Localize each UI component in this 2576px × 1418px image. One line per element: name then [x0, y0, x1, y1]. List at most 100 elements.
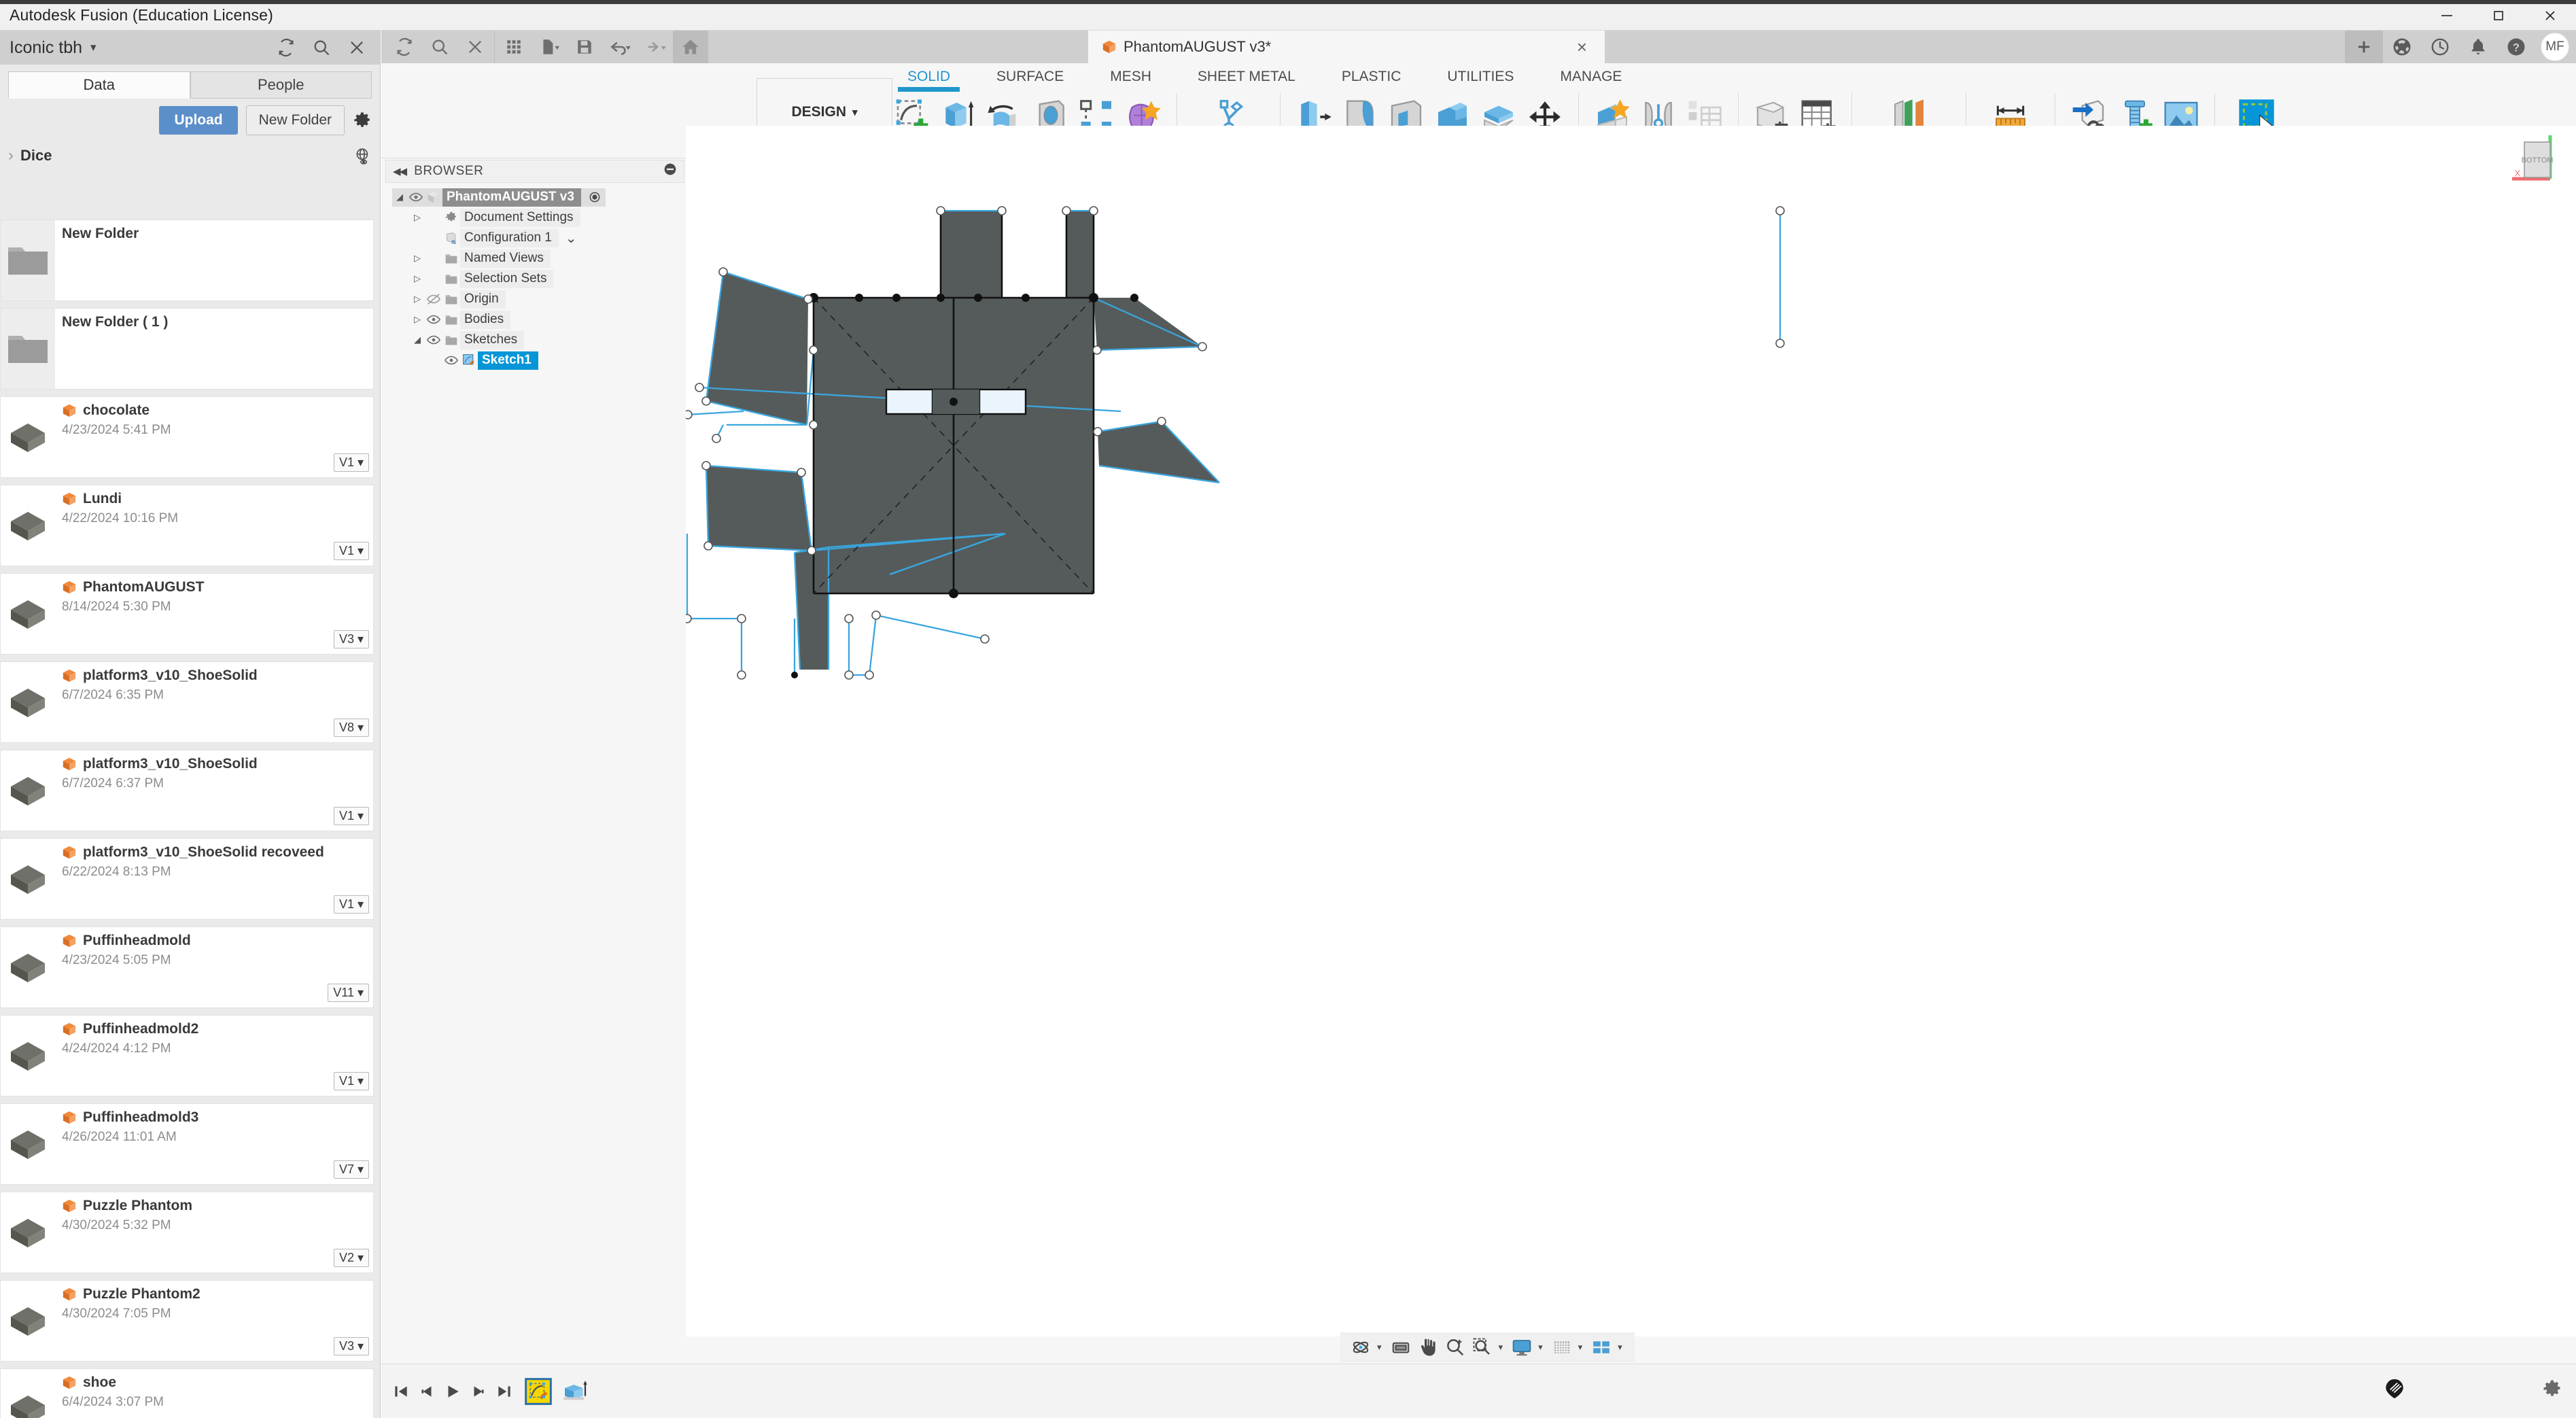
- tree-node-origin[interactable]: ▷ Origin: [385, 289, 684, 309]
- chevron-down-icon[interactable]: ▾: [1537, 1342, 1547, 1353]
- minimize-button[interactable]: [2421, 0, 2473, 31]
- visibility-eye-icon[interactable]: [425, 332, 442, 347]
- tree-node-bodies[interactable]: ▷ Bodies: [385, 309, 684, 330]
- tree-node-named-views[interactable]: ▷ Named Views: [385, 248, 684, 269]
- gear-icon[interactable]: [353, 111, 372, 130]
- go-to-end-icon[interactable]: [491, 1376, 517, 1407]
- refresh-icon[interactable]: [387, 31, 422, 63]
- file-row[interactable]: platform3_v10_ShoeSolid recoveed 6/22/202…: [0, 838, 374, 920]
- version-badge[interactable]: V3 ▾: [333, 630, 369, 649]
- version-badge[interactable]: V7 ▾: [333, 1160, 369, 1179]
- tree-node-sketches[interactable]: ◢ Sketches: [385, 330, 684, 350]
- visibility-eye-icon[interactable]: [425, 292, 442, 307]
- file-row[interactable]: Puzzle Phantom2 4/30/2024 7:05 PM V3 ▾: [0, 1280, 374, 1362]
- step-forward-icon[interactable]: [466, 1376, 491, 1407]
- version-badge[interactable]: V1 ▾: [333, 542, 369, 560]
- file-list[interactable]: New Folder New Folder ( 1 ) chocolate 4/23/…: [0, 220, 381, 1418]
- gear-icon[interactable]: [2542, 1379, 2562, 1404]
- tree-node-phantomaugust-v3[interactable]: ◢ PhantomAUGUST v3: [385, 187, 684, 207]
- version-badge[interactable]: V2 ▾: [333, 1249, 369, 1267]
- help-community-icon[interactable]: [2383, 31, 2421, 63]
- visibility-eye-icon[interactable]: [425, 312, 442, 327]
- triangle-expanded-icon[interactable]: ◢: [392, 192, 407, 203]
- grid-apps-icon[interactable]: [496, 31, 532, 63]
- version-badge[interactable]: V1 ▾: [333, 895, 369, 914]
- chevron-down-icon[interactable]: ▾: [1577, 1342, 1587, 1353]
- tree-node-configuration-1[interactable]: Configuration 1 ⌄: [385, 228, 684, 248]
- tab-mesh[interactable]: MESH: [1087, 65, 1174, 88]
- maximize-button[interactable]: [2473, 0, 2524, 31]
- go-to-beginning-icon[interactable]: [388, 1376, 414, 1407]
- canvas-viewport[interactable]: BOTTOM X: [686, 126, 2576, 1336]
- redo-icon[interactable]: [638, 31, 673, 63]
- undo-icon[interactable]: [602, 31, 638, 63]
- triangle-collapsed-icon[interactable]: ▷: [410, 273, 425, 284]
- globe-eye-icon[interactable]: [354, 147, 372, 165]
- file-row[interactable]: Puzzle Phantom 4/30/2024 5:32 PM V2 ▾: [0, 1192, 374, 1273]
- chevron-down-icon[interactable]: ▾: [1497, 1342, 1508, 1353]
- chevron-right-icon[interactable]: ›: [8, 146, 14, 165]
- version-badge[interactable]: V11 ▾: [328, 984, 369, 1002]
- version-badge[interactable]: V1 ▾: [333, 453, 369, 472]
- zoom-window-icon[interactable]: [1470, 1334, 1495, 1361]
- notifications-bell-icon[interactable]: [2459, 31, 2497, 63]
- zoom-icon[interactable]: [1443, 1334, 1467, 1361]
- chevron-down-icon[interactable]: ▾: [1616, 1342, 1626, 1353]
- version-badge[interactable]: V1 ▾: [333, 807, 369, 825]
- new-file-icon[interactable]: [532, 31, 567, 63]
- tab-data[interactable]: Data: [8, 71, 190, 99]
- tab-manage[interactable]: MANAGE: [1537, 65, 1645, 88]
- marker-icon[interactable]: [2383, 1377, 2406, 1405]
- upload-button[interactable]: Upload: [159, 106, 238, 135]
- minus-circle-icon[interactable]: [663, 162, 677, 180]
- home-icon[interactable]: [673, 31, 708, 63]
- tree-node-document-settings[interactable]: ▷ Document Settings: [385, 207, 684, 228]
- visibility-eye-icon[interactable]: [407, 190, 425, 205]
- tab-solid[interactable]: SOLID: [884, 65, 973, 92]
- play-icon[interactable]: [440, 1376, 466, 1407]
- triangle-collapsed-icon[interactable]: ▷: [410, 212, 425, 223]
- triangle-collapsed-icon[interactable]: ▷: [410, 314, 425, 325]
- timeline-feature-sketch1[interactable]: [523, 1376, 554, 1407]
- grid-snaps-icon[interactable]: [1550, 1334, 1574, 1361]
- save-icon[interactable]: [567, 31, 602, 63]
- refresh-icon[interactable]: [277, 38, 296, 57]
- collapse-left-icon[interactable]: ◀◀: [393, 165, 407, 177]
- file-row[interactable]: Puffinheadmold3 4/26/2024 11:01 AM V7 ▾: [0, 1103, 374, 1185]
- triangle-collapsed-icon[interactable]: ▷: [410, 294, 425, 305]
- file-row[interactable]: Lundi 4/22/2024 10:16 PM V1 ▾: [0, 485, 374, 566]
- search-icon[interactable]: [422, 31, 457, 63]
- triangle-expanded-icon[interactable]: ◢: [410, 334, 425, 345]
- tab-sheet-metal[interactable]: SHEET METAL: [1174, 65, 1319, 88]
- tab-utilities[interactable]: UTILITIES: [1424, 65, 1537, 88]
- close-icon[interactable]: [347, 38, 366, 57]
- chevron-down-icon[interactable]: ⌄: [565, 230, 577, 247]
- view-cube[interactable]: BOTTOM X: [2508, 134, 2569, 195]
- tab-plastic[interactable]: PLASTIC: [1319, 65, 1425, 88]
- orbit-icon[interactable]: [1348, 1334, 1373, 1361]
- project-name[interactable]: Iconic tbh: [10, 38, 82, 58]
- folder-row[interactable]: New Folder ( 1 ): [0, 308, 374, 390]
- tree-node-selection-sets[interactable]: ▷ Selection Sets: [385, 269, 684, 289]
- file-row[interactable]: Puffinheadmold 4/23/2024 5:05 PM V11 ▾: [0, 927, 374, 1008]
- breadcrumb-folder[interactable]: Dice: [20, 147, 52, 165]
- pan-icon[interactable]: [1416, 1334, 1440, 1361]
- job-status-icon[interactable]: [2421, 31, 2459, 63]
- browser-tree[interactable]: ◢ PhantomAUGUST v3 ▷ Document Settings Confi…: [385, 183, 684, 370]
- visibility-eye-icon[interactable]: [442, 353, 460, 368]
- file-row[interactable]: chocolate 4/23/2024 5:41 PM V1 ▾: [0, 396, 374, 478]
- document-tab[interactable]: PhantomAUGUST v3* ×: [1088, 31, 1605, 63]
- avatar[interactable]: MF: [2541, 33, 2569, 61]
- triangle-collapsed-icon[interactable]: ▷: [410, 253, 425, 264]
- file-row[interactable]: PhantomAUGUST 8/14/2024 5:30 PM V3 ▾: [0, 573, 374, 655]
- folder-row[interactable]: New Folder: [0, 220, 374, 301]
- display-settings-icon[interactable]: [1510, 1334, 1534, 1361]
- new-tab-button[interactable]: [2345, 31, 2383, 63]
- tab-surface[interactable]: SURFACE: [973, 65, 1087, 88]
- step-back-icon[interactable]: [414, 1376, 440, 1407]
- version-badge[interactable]: V3 ▾: [333, 1337, 369, 1355]
- viewports-icon[interactable]: [1589, 1334, 1614, 1361]
- document-tab-close-icon[interactable]: ×: [1577, 37, 1587, 58]
- file-row[interactable]: Puffinheadmold2 4/24/2024 4:12 PM V1 ▾: [0, 1015, 374, 1096]
- file-row[interactable]: shoe6/4/2024 3:07 PMV1 ▾: [0, 1368, 374, 1418]
